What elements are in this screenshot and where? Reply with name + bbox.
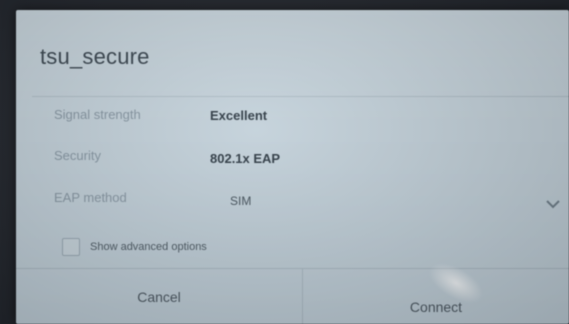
signal-strength-label: Signal strength	[54, 107, 141, 122]
dialog-title: tsu_secure	[40, 44, 150, 69]
device-screen: tsu_secure Signal strength Excellent Sec…	[0, 0, 569, 324]
security-label: Security	[54, 148, 101, 163]
advanced-options-toggle[interactable]: Show advanced options	[62, 238, 207, 256]
signal-strength-row: Signal strength Excellent	[54, 107, 267, 123]
eap-method-select[interactable]: SIM	[230, 194, 251, 208]
title-divider	[32, 96, 569, 97]
chevron-down-icon[interactable]	[545, 198, 561, 210]
security-value: 802.1x EAP	[210, 151, 281, 166]
eap-method-label: EAP method	[54, 190, 127, 205]
advanced-options-label: Show advanced options	[90, 241, 207, 253]
wifi-connect-dialog: tsu_secure Signal strength Excellent Sec…	[16, 10, 569, 324]
eap-method-row[interactable]: EAP method SIM	[54, 190, 251, 208]
security-row: Security 802.1x EAP	[54, 148, 280, 166]
cancel-button[interactable]: Cancel	[16, 269, 302, 324]
signal-strength-value: Excellent	[210, 108, 268, 123]
checkbox-icon[interactable]	[62, 238, 80, 256]
connect-button[interactable]: Connect	[303, 269, 569, 324]
